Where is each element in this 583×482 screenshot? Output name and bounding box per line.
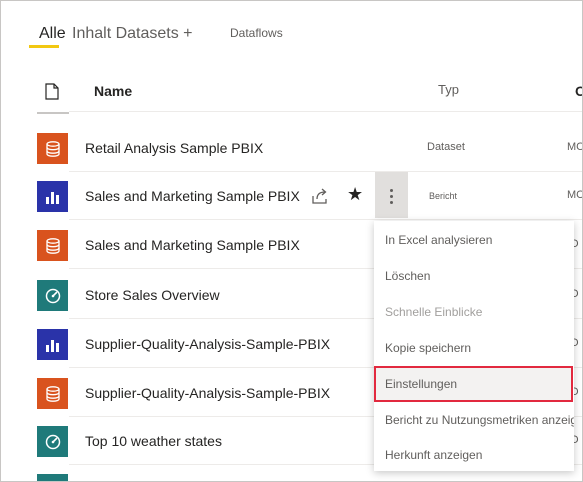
dataset-icon — [37, 133, 68, 164]
share-icon[interactable] — [311, 188, 329, 204]
tab-dataflows[interactable]: Dataflows — [230, 26, 283, 40]
tab-inhalt-datasets[interactable]: Inhalt Datasets + — [72, 25, 193, 43]
workspace-content-panel: Alle Inhalt Datasets + Dataflows Name Ty… — [0, 0, 583, 482]
menu-item-label: Kopie speichern — [385, 341, 472, 355]
row-name-link[interactable]: Supplier-Quality-Analysis-Sample-PBIX — [85, 336, 330, 352]
column-header-owner[interactable]: O — [575, 83, 582, 99]
menu-item[interactable]: Löschen — [374, 258, 574, 294]
row-type: Dataset — [427, 141, 465, 153]
menu-item[interactable]: In Excel analysieren — [374, 222, 574, 258]
menu-item-label: Herkunft anzeigen — [385, 448, 483, 462]
menu-item[interactable]: Kopie speichern — [374, 330, 574, 366]
table-header: Name Typ O — [1, 71, 582, 111]
more-dot — [390, 201, 393, 204]
menu-item[interactable]: Bericht zu Nutzungsmetriken anzeigen — [374, 402, 574, 438]
header-divider — [69, 111, 582, 112]
tab-alle[interactable]: Alle — [39, 25, 66, 43]
document-icon — [45, 83, 59, 100]
menu-item: Schnelle Einblicke — [374, 294, 574, 330]
row-name-link[interactable]: Top 10 weather states — [85, 433, 222, 449]
dashboard-icon — [37, 426, 68, 457]
active-tab-indicator — [29, 45, 59, 48]
column-header-name[interactable]: Name — [94, 83, 132, 99]
more-dot — [390, 195, 393, 198]
menu-item-label: Einstellungen — [385, 377, 458, 391]
row-owner: MC — [567, 189, 583, 201]
row-name-link[interactable]: Retail Analysis Sample PBIX — [85, 140, 263, 156]
dashboard-icon — [37, 280, 68, 311]
row-name-link[interactable]: Sales and Marketing Sample PBIX — [85, 188, 300, 204]
report-icon — [37, 329, 68, 360]
context-menu: In Excel analysieren Löschen Schnelle Einb… — [374, 221, 574, 471]
row-type: Bericht — [429, 191, 458, 201]
row-owner: MC — [567, 141, 583, 153]
row-name-link[interactable]: Sales and Marketing Sample PBIX — [85, 237, 300, 253]
menu-item-label: Bericht zu Nutzungsmetriken anzeigen — [385, 413, 574, 427]
row-name-link[interactable]: Supplier-Quality-Analysis-Sample-PBIX — [85, 385, 330, 401]
row-name-link[interactable]: Store Sales Overview — [85, 287, 220, 303]
menu-item-label: Schnelle Einblicke — [385, 305, 483, 319]
favorite-star-icon[interactable]: ★ — [347, 185, 363, 203]
menu-item-label: In Excel analysieren — [385, 233, 493, 247]
dataset-icon — [37, 230, 68, 261]
report-icon — [37, 181, 68, 212]
icon-column-divider — [37, 112, 69, 114]
tab-inhalt-label: Inhalt — [72, 25, 112, 42]
more-options-button[interactable] — [375, 172, 408, 218]
menu-item[interactable]: Einstellungen — [374, 366, 573, 402]
table-row[interactable]: Retail Analysis Sample PBIX Dataset MC — [1, 124, 583, 172]
more-dot — [390, 189, 393, 192]
table-row[interactable]: Sales and Marketing Sample PBIX Bericht MC… — [1, 172, 583, 220]
dashboard-icon — [37, 474, 68, 481]
tab-datasets-label: Datasets + — [115, 25, 193, 42]
row-divider — [69, 219, 582, 220]
column-header-type[interactable]: Typ — [438, 82, 459, 97]
menu-item-label: Löschen — [385, 269, 431, 283]
menu-item[interactable]: Herkunft anzeigen — [374, 437, 574, 473]
dataset-icon — [37, 378, 68, 409]
